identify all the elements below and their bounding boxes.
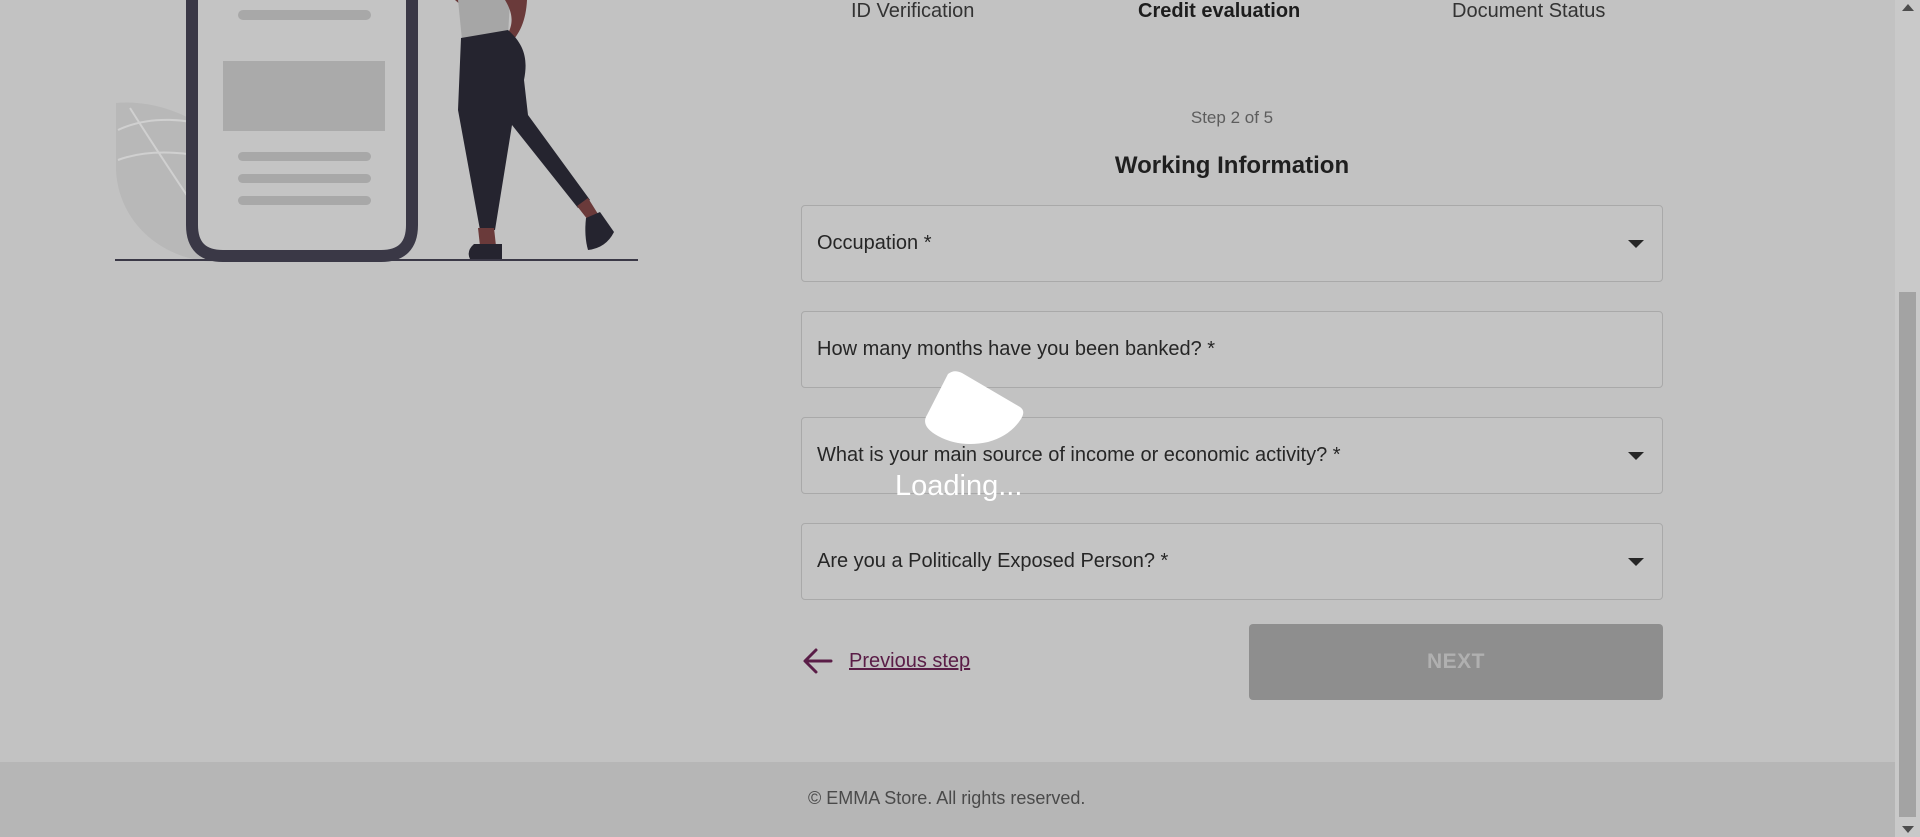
section-title: Working Information: [1114, 152, 1350, 179]
copyright-text: © EMMA Store. All rights reserved.: [808, 788, 1086, 808]
scroll-up-icon[interactable]: [1902, 4, 1914, 11]
arrow-left-icon: [803, 648, 833, 674]
previous-step-link[interactable]: Previous step: [801, 646, 970, 676]
scroll-down-icon[interactable]: [1902, 826, 1914, 833]
chevron-down-icon: [1628, 239, 1644, 248]
pep-select[interactable]: Are you a Politically Exposed Person? *: [801, 523, 1663, 600]
months-banked-label: How many months have you been banked? *: [817, 338, 1216, 360]
vertical-scrollbar[interactable]: [1895, 0, 1920, 837]
phone-illustration: [115, 0, 638, 262]
tab-credit-evaluation[interactable]: Credit evaluation: [1138, 0, 1300, 23]
page: ID Verification Credit evaluation Docume…: [0, 0, 1895, 837]
tab-document-status[interactable]: Document Status: [1452, 0, 1605, 23]
chevron-down-icon: [1628, 557, 1644, 566]
chevron-down-icon: [1628, 451, 1644, 460]
footer: © EMMA Store. All rights reserved.: [0, 762, 1895, 837]
previous-step-label: Previous step: [849, 649, 971, 672]
tab-id-verification[interactable]: ID Verification: [851, 0, 974, 23]
loading-text: Loading...: [895, 470, 1023, 502]
scrollbar-thumb[interactable]: [1899, 292, 1916, 817]
occupation-select[interactable]: Occupation *: [801, 205, 1663, 282]
step-indicator: Step 2 of 5: [1190, 108, 1274, 127]
occupation-label: Occupation *: [817, 232, 932, 254]
pep-label: Are you a Politically Exposed Person? *: [817, 550, 1169, 572]
loading-spinner-icon: [925, 371, 1024, 444]
next-button[interactable]: NEXT: [1249, 624, 1663, 700]
loading-overlay: Loading...: [880, 370, 1040, 510]
